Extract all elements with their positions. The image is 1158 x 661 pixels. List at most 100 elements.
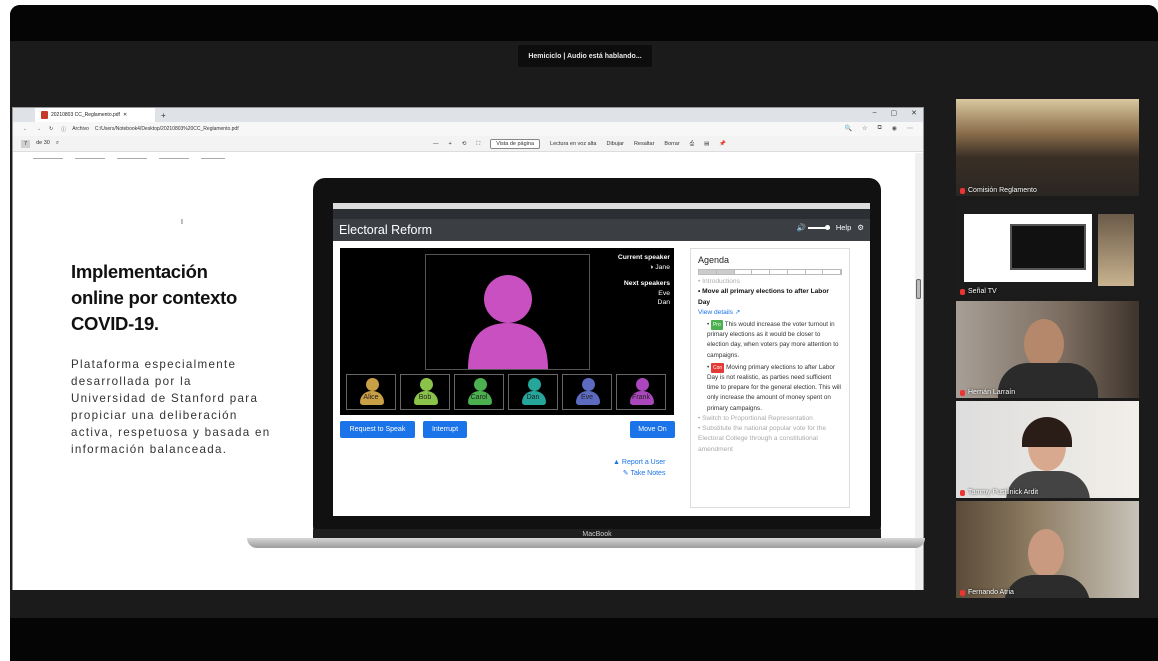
text-cursor-icon: I	[181, 219, 183, 226]
university-logos	[33, 153, 225, 159]
url-field[interactable]: C:/Users/Notebook4/Desktop/20210803%20CC…	[95, 126, 239, 133]
participant-name: Bob	[418, 394, 432, 401]
current-speaker-name: Jane	[655, 263, 670, 271]
active-speaker-banner: Hemiciclo | Audio está hablando...	[518, 45, 652, 67]
tab-title: 20210803 CC_Reglamento.pdf	[51, 112, 120, 118]
page-view-button[interactable]: Vista de página	[490, 139, 541, 149]
muted-mic-icon	[960, 489, 965, 496]
zoom-in-icon[interactable]: +	[449, 141, 452, 147]
zoom-out-icon[interactable]: —	[433, 141, 439, 147]
back-icon[interactable]: ←	[23, 126, 28, 132]
take-notes-link[interactable]: ✎ Take Notes	[613, 468, 666, 479]
meeting-bottom-bar	[10, 618, 1158, 661]
slide-description: Plataforma especialmente desarrollada po…	[71, 358, 271, 457]
participant-thumbnail: Carol	[454, 374, 504, 410]
highlight-button[interactable]: Resaltar	[634, 141, 654, 147]
participant-video-tile[interactable]: Tammy Pustilnick Ardit	[956, 401, 1139, 498]
volume-slider[interactable]: 🔊	[796, 223, 830, 232]
participant-thumbnail: Frank	[616, 374, 666, 410]
new-tab-icon[interactable]: +	[161, 111, 166, 120]
muted-mic-icon	[960, 589, 965, 596]
muted-mic-icon	[960, 288, 965, 295]
more-icon[interactable]: ⋯	[907, 125, 913, 132]
participant-video-tile[interactable]: Señal TV	[956, 200, 1139, 297]
maximize-icon[interactable]: ▢	[891, 109, 898, 117]
page-number-field[interactable]: 7	[21, 139, 31, 148]
minimize-icon[interactable]: –	[873, 109, 877, 117]
avatar-head	[366, 378, 379, 391]
muted-mic-icon	[960, 187, 965, 194]
request-to-speak-button[interactable]: Request to Speak	[340, 421, 415, 438]
shared-browser-window: 20210803 CC_Reglamento.pdf ✕ + – ▢ ✕ ← →…	[12, 107, 925, 590]
info-icon: ⓘ	[61, 126, 67, 133]
close-tab-icon[interactable]: ✕	[123, 112, 127, 118]
participant-thumbnail: Alice	[346, 374, 396, 410]
slide-heading: Implementación online por contexto COVID…	[71, 261, 237, 334]
pro-argument: • Pro This would increase the voter turno…	[707, 319, 839, 359]
agenda-item-current[interactable]: • Move all primary elections to after La…	[698, 287, 842, 308]
refresh-icon[interactable]: ↻	[49, 126, 53, 132]
participant-video-tile[interactable]: Comisión Reglamento	[956, 99, 1139, 196]
read-aloud-button[interactable]: Lectura en voz alta	[550, 141, 596, 147]
speaker-queue: Current speaker ◑ Jane Next speakers Eve…	[618, 253, 670, 308]
participant-video-tile[interactable]: Fernando Atria	[956, 501, 1139, 598]
erase-button[interactable]: Borrar	[664, 141, 679, 147]
agenda-item[interactable]: • Introductions	[698, 277, 842, 287]
move-on-button[interactable]: Move On	[630, 421, 675, 438]
search-icon[interactable]: ⌕	[56, 140, 59, 148]
participant-thumbnails: Alice Bob Carol Dan Eve Frank	[346, 374, 666, 410]
browser-tab-strip: 20210803 CC_Reglamento.pdf ✕ + – ▢ ✕	[13, 108, 923, 122]
settings-gear-icon[interactable]: ⚙	[857, 223, 864, 232]
draw-button[interactable]: Dibujar	[607, 141, 624, 147]
save-icon[interactable]: ▤	[704, 141, 709, 147]
participant-video-tile[interactable]: Hernán Larraín	[956, 301, 1139, 398]
pdf-scrollbar[interactable]	[915, 153, 923, 590]
agenda-item[interactable]: • Substitute the national popular vote f…	[698, 424, 842, 455]
rotate-icon[interactable]: ⟲	[462, 141, 467, 147]
report-user-link[interactable]: ▲ Report a User	[613, 457, 665, 468]
laptop-screen: Electoral Reform 🔊 Help ⚙ Current speake…	[333, 203, 870, 516]
pdf-toolbar: 7 de 30 ⌕ — + ⟲ ⛶ Vista de página Lectur…	[13, 136, 923, 152]
collections-icon[interactable]: ⧉	[877, 125, 881, 132]
pro-tag: Pro	[710, 319, 723, 331]
speaker-icon: 🔊	[796, 223, 806, 232]
app-title: Electoral Reform	[339, 223, 433, 237]
avatar-head	[528, 378, 541, 391]
avatar-head	[582, 378, 595, 391]
side-links: ▲ Report a User ✎ Take Notes	[613, 457, 665, 479]
fit-icon[interactable]: ⛶	[476, 141, 480, 148]
agenda-title: Agenda	[698, 255, 730, 265]
pin-icon[interactable]: 📌	[719, 141, 726, 147]
avatar-head	[636, 378, 649, 391]
pencil-icon: ✎	[622, 470, 629, 477]
current-speaker-video	[425, 254, 590, 370]
page-total: de 30	[36, 139, 50, 146]
profile-icon[interactable]: ◉	[892, 125, 897, 132]
meeting-top-bar	[10, 5, 1158, 41]
avatar-head	[474, 378, 487, 391]
favorite-icon[interactable]: ☆	[862, 125, 867, 132]
app-header: Electoral Reform 🔊 Help ⚙	[333, 219, 870, 241]
zoom-icon[interactable]: 🔍	[845, 125, 852, 132]
interrupt-button[interactable]: Interrupt	[423, 421, 467, 438]
close-window-icon[interactable]: ✕	[911, 109, 917, 117]
participant-name: Dan	[526, 394, 540, 401]
next-speakers-label: Next speakers	[623, 280, 670, 287]
chrome-tab-strip	[333, 209, 870, 219]
print-icon[interactable]: ⎙	[690, 141, 694, 148]
participant-thumbnail: Dan	[508, 374, 558, 410]
agenda-item[interactable]: • Switch to Proportional Representation	[698, 414, 842, 424]
pie-timer-icon: ◑	[649, 263, 654, 271]
participant-thumbnail: Bob	[400, 374, 450, 410]
view-details-link[interactable]: View details ↗	[698, 308, 842, 318]
external-link-icon: ↗	[734, 308, 741, 316]
avatar-head	[420, 378, 433, 391]
browser-tab[interactable]: 20210803 CC_Reglamento.pdf ✕	[35, 108, 155, 122]
pdf-file-icon	[41, 111, 48, 119]
muted-mic-icon	[960, 389, 965, 396]
forward-icon[interactable]: →	[36, 126, 41, 132]
speaker-avatar-icon	[468, 275, 548, 369]
warning-icon: ▲	[613, 459, 620, 466]
help-link[interactable]: Help	[836, 223, 851, 232]
agenda-panel: Agenda • Introductions • Move all primar…	[690, 248, 850, 508]
